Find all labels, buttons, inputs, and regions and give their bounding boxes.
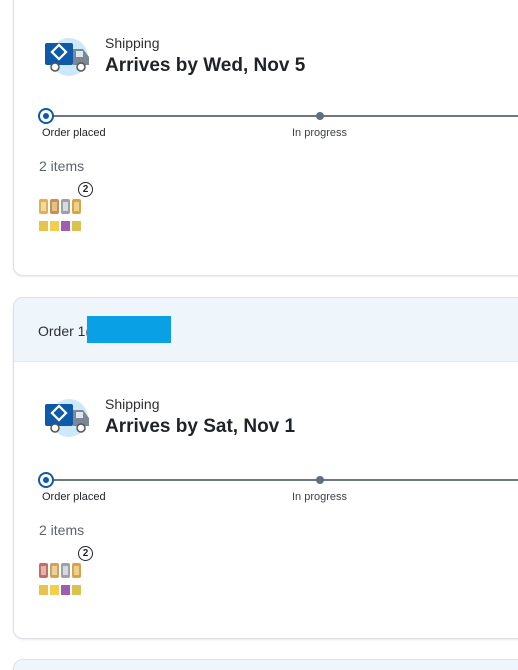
arrival-date: Arrives by Sat, Nov 1 xyxy=(105,416,296,437)
items-count: 2 items xyxy=(39,158,85,174)
delivery-truck-icon xyxy=(45,38,89,76)
step-in-progress-marker xyxy=(316,112,324,120)
order-header: Order 1( xyxy=(14,298,518,362)
order-progress-tracker: Order placed In progress xyxy=(14,108,518,149)
step-in-progress-label: In progress xyxy=(292,127,348,139)
order-header xyxy=(14,660,518,670)
step-order-placed-marker xyxy=(38,472,54,488)
order-progress-tracker: Order placed In progress xyxy=(14,472,518,513)
orders-page: Shipping Arrives by Wed, Nov 5 Order pla… xyxy=(0,0,518,670)
product-thumbnail[interactable] xyxy=(38,561,86,605)
step-order-placed-label: Order placed xyxy=(42,491,106,503)
step-order-placed-marker xyxy=(38,108,54,124)
progress-track xyxy=(46,115,518,117)
quantity-badge: 2 xyxy=(78,182,93,197)
delivery-truck-icon xyxy=(45,399,89,437)
shipping-status: Shipping xyxy=(105,35,160,51)
redacted-order-id xyxy=(87,316,171,343)
progress-track xyxy=(46,479,518,481)
order-card: Order 1( Shipping Arrives by Sat, Nov 1 … xyxy=(13,297,518,639)
step-in-progress-label: In progress xyxy=(292,491,348,503)
step-order-placed-label: Order placed xyxy=(42,127,106,139)
shipping-info: Shipping Arrives by Sat, Nov 1 xyxy=(43,396,503,456)
quantity-badge: 2 xyxy=(78,546,93,561)
order-card: Shipping Arrives by Wed, Nov 5 Order pla… xyxy=(13,0,518,276)
shipping-status: Shipping xyxy=(105,396,160,412)
product-thumbnail[interactable] xyxy=(38,197,86,241)
items-count: 2 items xyxy=(39,522,85,538)
shipping-info: Shipping Arrives by Wed, Nov 5 xyxy=(43,35,503,95)
arrival-date: Arrives by Wed, Nov 5 xyxy=(105,55,306,76)
order-number[interactable]: Order 1( xyxy=(38,323,90,339)
order-card xyxy=(13,659,518,670)
step-in-progress-marker xyxy=(316,476,324,484)
